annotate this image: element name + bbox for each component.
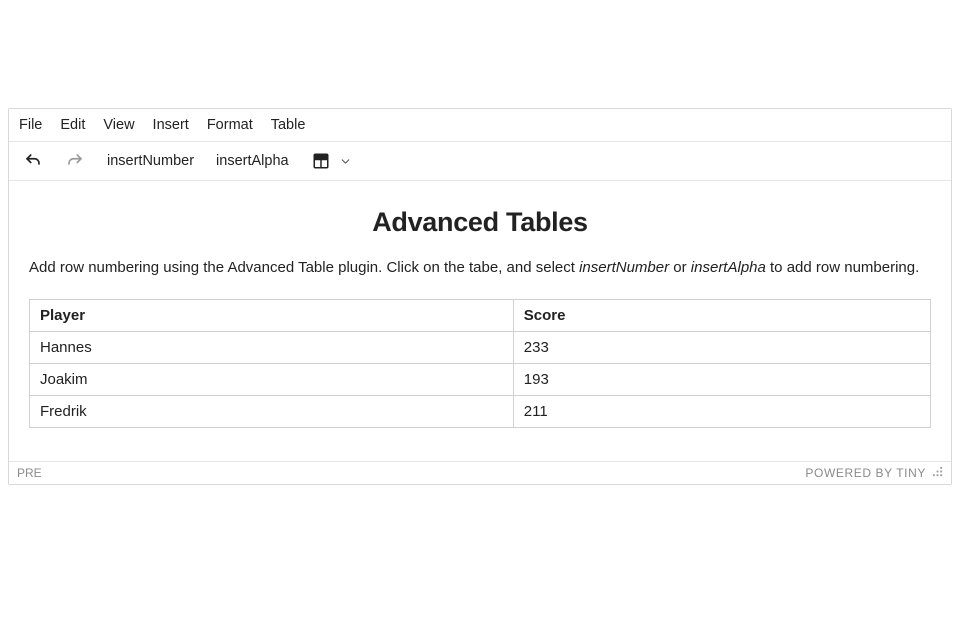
col-header-player[interactable]: Player xyxy=(30,300,514,332)
cell-player[interactable]: Fredrik xyxy=(30,396,514,428)
page-title: Advanced Tables xyxy=(25,207,935,238)
menubar: File Edit View Insert Format Table xyxy=(9,109,951,142)
intro-text-3: to add row numbering. xyxy=(766,259,919,276)
cell-score[interactable]: 233 xyxy=(513,332,930,364)
menu-format[interactable]: Format xyxy=(207,117,253,133)
redo-button[interactable] xyxy=(61,148,89,174)
cell-score[interactable]: 193 xyxy=(513,364,930,396)
col-header-score[interactable]: Score xyxy=(513,300,930,332)
chevron-down-icon xyxy=(336,151,356,171)
menu-table[interactable]: Table xyxy=(271,117,306,133)
cell-player[interactable]: Hannes xyxy=(30,332,514,364)
table-icon xyxy=(311,151,331,171)
resize-handle-icon[interactable] xyxy=(932,466,943,480)
editor-content[interactable]: Advanced Tables Add row numbering using … xyxy=(9,181,951,461)
table-split-button[interactable] xyxy=(307,148,360,174)
intro-text-2: or xyxy=(669,259,691,276)
intro-text-1: Add row numbering using the Advanced Tab… xyxy=(29,259,579,276)
insert-number-button[interactable]: insertNumber xyxy=(103,150,198,172)
redo-icon xyxy=(65,151,85,171)
menu-view[interactable]: View xyxy=(103,117,134,133)
branding-text[interactable]: POWERED BY TINY xyxy=(805,466,926,480)
toolbar: insertNumber insertAlpha xyxy=(9,142,951,181)
intro-paragraph: Add row numbering using the Advanced Tab… xyxy=(29,256,935,279)
cell-score[interactable]: 211 xyxy=(513,396,930,428)
cell-player[interactable]: Joakim xyxy=(30,364,514,396)
undo-icon xyxy=(23,151,43,171)
table-header-row: Player Score xyxy=(30,300,931,332)
element-path[interactable]: PRE xyxy=(17,466,42,480)
intro-em-2: insertAlpha xyxy=(691,259,766,276)
table-row[interactable]: Hannes 233 xyxy=(30,332,931,364)
table-row[interactable]: Joakim 193 xyxy=(30,364,931,396)
insert-alpha-button[interactable]: insertAlpha xyxy=(212,150,293,172)
menu-edit[interactable]: Edit xyxy=(60,117,85,133)
editor-frame: File Edit View Insert Format Table inser… xyxy=(8,108,952,485)
menu-insert[interactable]: Insert xyxy=(153,117,189,133)
scores-table[interactable]: Player Score Hannes 233 Joakim 193 Fredr… xyxy=(29,299,931,428)
table-row[interactable]: Fredrik 211 xyxy=(30,396,931,428)
intro-em-1: insertNumber xyxy=(579,259,669,276)
statusbar: PRE POWERED BY TINY xyxy=(9,461,951,484)
undo-button[interactable] xyxy=(19,148,47,174)
menu-file[interactable]: File xyxy=(19,117,42,133)
